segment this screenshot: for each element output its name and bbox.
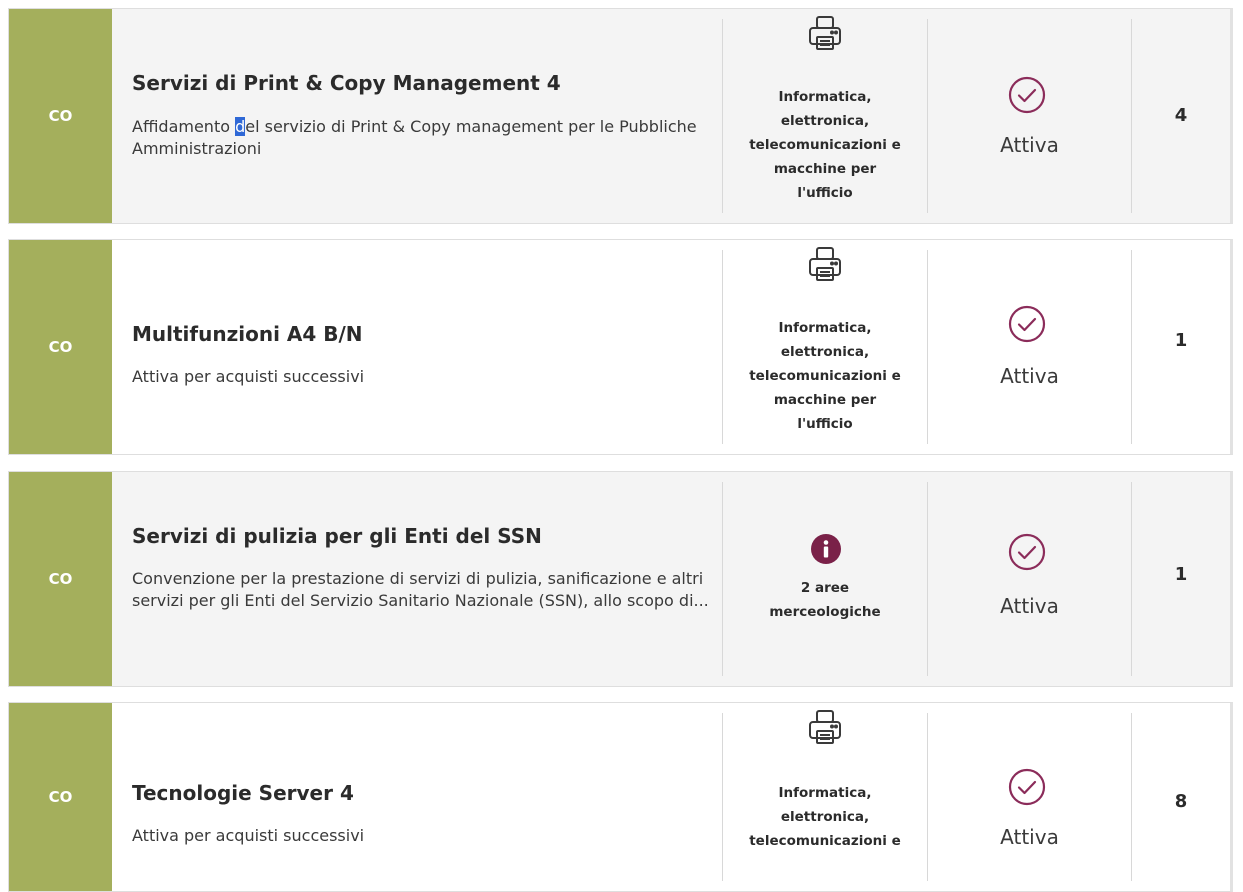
initiative-card[interactable]: CO Servizi di Print & Copy Management 4 …	[8, 8, 1233, 224]
category-cell: Informatica, elettronica, telecomunicazi…	[723, 9, 927, 223]
type-badge: CO	[9, 703, 112, 891]
status-label: Attiva	[1000, 594, 1059, 618]
count-value: 1	[1174, 564, 1188, 585]
card-title[interactable]: Servizi di pulizia per gli Enti del SSN	[132, 524, 542, 548]
type-badge: CO	[9, 9, 112, 223]
count-value: 8	[1174, 791, 1188, 812]
status-cell: Attiva	[928, 240, 1131, 454]
count-value: 4	[1174, 105, 1188, 126]
type-badge: CO	[9, 240, 112, 454]
card-title[interactable]: Servizi di Print & Copy Management 4	[132, 71, 561, 95]
category-cell: Informatica, elettronica, telecomunicazi…	[723, 703, 927, 891]
status-label: Attiva	[1000, 364, 1059, 388]
text-selection: d	[235, 117, 246, 136]
check-circle-icon	[1008, 768, 1046, 806]
check-circle-icon	[1008, 305, 1046, 343]
check-circle-icon	[1008, 533, 1046, 571]
card-description: Attiva per acquisti successivi	[132, 826, 365, 845]
category-label: Informatica, elettronica, telecomunicazi…	[749, 785, 901, 849]
initiative-card[interactable]: CO Tecnologie Server 4 Attiva per acquis…	[8, 702, 1233, 892]
card-title[interactable]: Tecnologie Server 4	[132, 781, 354, 805]
category-label: 2 aree merceologiche	[769, 580, 881, 620]
info-icon[interactable]	[811, 534, 841, 564]
status-cell: Attiva	[928, 472, 1131, 686]
check-circle-icon	[1008, 76, 1046, 114]
category-cell: Informatica, elettronica, telecomunicazi…	[723, 240, 927, 454]
status-label: Attiva	[1000, 825, 1059, 849]
type-badge: CO	[9, 472, 112, 686]
category-label: Informatica, elettronica, telecomunicazi…	[749, 320, 901, 432]
card-description: Affidamento del servizio di Print & Copy…	[132, 117, 697, 158]
status-cell: Attiva	[928, 9, 1131, 223]
status-cell: Attiva	[928, 703, 1131, 891]
card-description: Attiva per acquisti successivi	[132, 367, 365, 386]
printer-icon	[809, 247, 841, 281]
initiative-card[interactable]: CO Multifunzioni A4 B/N Attiva per acqui…	[8, 239, 1233, 455]
card-description: Convenzione per la prestazione di serviz…	[132, 569, 709, 610]
category-label: Informatica, elettronica, telecomunicazi…	[749, 89, 901, 201]
count-value: 1	[1174, 330, 1188, 351]
initiative-card[interactable]: CO Servizi di pulizia per gli Enti del S…	[8, 471, 1233, 687]
status-label: Attiva	[1000, 133, 1059, 157]
card-title[interactable]: Multifunzioni A4 B/N	[132, 322, 363, 346]
printer-icon	[809, 16, 841, 50]
category-cell: 2 aree merceologiche	[723, 472, 927, 686]
printer-icon	[809, 710, 841, 744]
